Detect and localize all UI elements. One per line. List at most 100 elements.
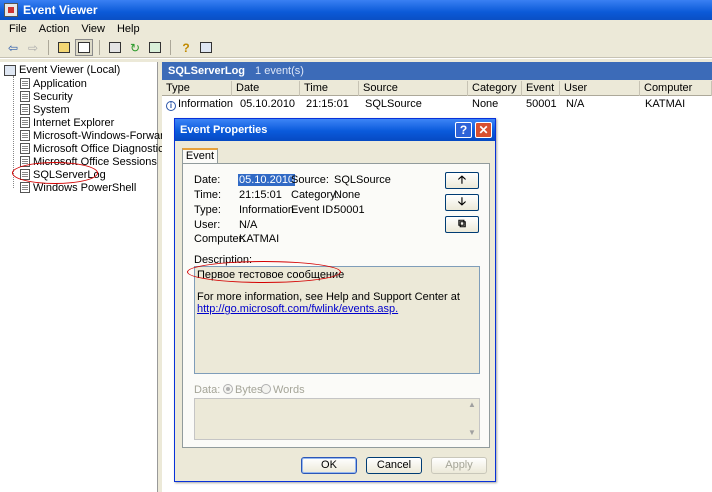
type-value: Information (239, 204, 295, 216)
previous-event-button[interactable]: 🡡 (445, 172, 479, 189)
forward-icon[interactable]: ⇨ (24, 39, 42, 56)
category-value: None (334, 189, 361, 201)
log-icon (20, 182, 30, 193)
event-count: 1 event(s) (255, 65, 304, 77)
back-icon[interactable]: ⇦ (4, 39, 22, 56)
dialog-title-bar[interactable]: Event Properties ? ✕ (175, 119, 495, 141)
radio-icon (223, 384, 233, 394)
time-value: 21:15:01 (239, 189, 282, 201)
column-headers: Type Date Time Source Category Event Use… (162, 81, 712, 96)
help-button[interactable]: ? (455, 122, 472, 138)
toolbar-separator (99, 40, 100, 55)
menu-bar: File Action View Help (0, 20, 712, 38)
highlight-circle (187, 261, 341, 283)
event-tab-panel: Date: 05.10.2010 Source: SQLSource Time:… (182, 163, 490, 448)
log-icon (20, 130, 30, 141)
cell-type: i Information (164, 97, 233, 111)
source-label: Source: (291, 174, 329, 186)
column-computer[interactable]: Computer (640, 81, 712, 96)
cell-type-text: Information (178, 98, 234, 110)
event-id-label: Event ID: (291, 204, 337, 216)
column-time[interactable]: Time (300, 81, 359, 96)
tree-item-label: Internet Explorer (33, 116, 115, 129)
dialog-title: Event Properties (180, 124, 268, 136)
column-category[interactable]: Category (468, 81, 522, 96)
computer-label: Computer: (194, 233, 246, 245)
column-source[interactable]: Source (359, 81, 468, 96)
tree-root-label: Event Viewer (Local) (19, 64, 121, 76)
cell-time: 21:15:01 (306, 98, 349, 110)
log-icon (20, 143, 30, 154)
console-icon[interactable] (197, 39, 215, 56)
help-link[interactable]: http://go.microsoft.com/fwlink/events.as… (197, 303, 398, 315)
scroll-down-icon[interactable]: ▼ (467, 428, 477, 438)
tree-item-security[interactable]: Security (20, 90, 73, 103)
properties-icon[interactable] (106, 39, 124, 56)
user-label: User: (194, 219, 221, 231)
bytes-radio[interactable]: Bytes (223, 384, 263, 396)
tree-root[interactable]: Event Viewer (Local) (4, 64, 120, 76)
time-label: Time: (194, 189, 222, 201)
cell-category: None (472, 98, 499, 110)
type-label: Type: (194, 204, 221, 216)
next-event-button[interactable]: 🡣 (445, 194, 479, 211)
toolbar-separator (48, 40, 49, 55)
menu-file[interactable]: File (3, 23, 33, 35)
cell-computer: KATMAI (645, 98, 686, 110)
data-box[interactable]: ▲ ▼ (194, 398, 480, 440)
toolbar-separator (170, 40, 171, 55)
column-event[interactable]: Event (522, 81, 560, 96)
toolbar: ⇦ ⇨ ↻ ? (0, 38, 712, 58)
log-icon (20, 78, 30, 89)
export-icon[interactable] (146, 39, 164, 56)
close-button[interactable]: ✕ (475, 122, 492, 138)
menu-help[interactable]: Help (111, 23, 146, 35)
column-date[interactable]: Date (232, 81, 300, 96)
apply-button[interactable]: Apply (431, 457, 487, 474)
tree-pane: Event Viewer (Local) Application Securit… (0, 62, 188, 492)
words-label: Words (273, 384, 305, 396)
tree-item-office-diagnostics[interactable]: Microsoft Office Diagnostics (20, 142, 169, 155)
column-user[interactable]: User (560, 81, 640, 96)
tab-event[interactable]: Event (182, 148, 218, 164)
copy-button[interactable]: ⧉ (445, 216, 479, 233)
source-value: SQLSource (334, 174, 391, 186)
column-type[interactable]: Type (162, 81, 232, 96)
refresh-icon[interactable]: ↻ (126, 39, 144, 56)
information-icon: i (166, 101, 176, 111)
tree-item-application[interactable]: Application (20, 77, 87, 90)
description-help-text: For more information, see Help and Suppo… (197, 291, 460, 303)
computer-value: KATMAI (239, 233, 280, 245)
log-icon (20, 104, 30, 115)
menu-action[interactable]: Action (33, 23, 76, 35)
up-folder-icon[interactable] (55, 39, 73, 56)
cell-date: 05.10.2010 (240, 98, 296, 110)
cell-source: SQLSource (365, 98, 422, 110)
user-value: N/A (239, 219, 258, 231)
show-hide-tree-icon[interactable] (75, 39, 93, 56)
list-title: SQLServerLog (168, 65, 246, 77)
log-icon (20, 91, 30, 102)
scroll-up-icon[interactable]: ▲ (467, 400, 477, 410)
date-value[interactable]: 05.10.2010 (238, 174, 296, 186)
tree-item-label: Microsoft Office Diagnostics (33, 142, 170, 155)
ok-button[interactable]: OK (301, 457, 357, 474)
tree-item-system[interactable]: System (20, 103, 70, 116)
event-properties-dialog: Event Properties ? ✕ Event Date: 05.10.2… (174, 118, 496, 482)
tree-item-label: Security (33, 90, 73, 103)
menu-view[interactable]: View (75, 23, 111, 35)
table-row[interactable]: i Information 05.10.2010 21:15:01 SQLSour… (162, 97, 712, 111)
tree-item-label: Application (33, 77, 87, 90)
window-title-bar[interactable]: Event Viewer (0, 0, 712, 20)
event-viewer-icon (4, 3, 18, 17)
words-radio[interactable]: Words (261, 384, 305, 396)
list-title-bar: SQLServerLog 1 event(s) (162, 62, 712, 80)
tree-item-internet-explorer[interactable]: Internet Explorer (20, 116, 114, 129)
bytes-label: Bytes (235, 384, 263, 396)
help-icon[interactable]: ? (177, 39, 195, 56)
radio-icon (261, 384, 271, 394)
highlight-circle (12, 162, 98, 184)
cell-user: N/A (566, 98, 585, 110)
log-icon (20, 117, 30, 128)
cancel-button[interactable]: Cancel (366, 457, 422, 474)
